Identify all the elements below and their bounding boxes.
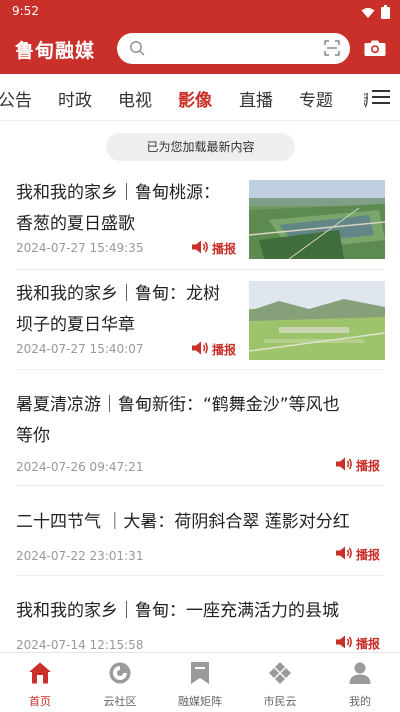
scan-icon[interactable] xyxy=(324,40,340,60)
bookmark-icon xyxy=(188,661,212,685)
item-title: 我和我的家乡｜鲁甸桃源： 香葱的夏日盛歌 xyxy=(16,183,220,234)
broadcast-label: 播报 xyxy=(212,242,237,256)
nav-home[interactable]: 首页 xyxy=(0,653,80,712)
nav-community[interactable]: 云社区 xyxy=(80,653,160,712)
app-root: 9:52 鲁甸融媒 公告 时政 电视 影像 直播 专题 新 已为您加载最新内容 … xyxy=(0,0,400,712)
tab-special[interactable]: 专题 xyxy=(299,86,333,111)
broadcast-button[interactable]: 播报 xyxy=(191,240,236,257)
tab-tv[interactable]: 电视 xyxy=(118,86,152,111)
status-icons xyxy=(361,4,390,23)
tabs-divider xyxy=(0,120,400,121)
item-thumbnail xyxy=(249,281,385,360)
item-divider xyxy=(16,269,384,270)
status-bar: 9:52 xyxy=(0,0,400,22)
nav-label: 我的 xyxy=(349,695,371,708)
tab-announcement[interactable]: 公告 xyxy=(0,86,32,111)
item-time: 2024-07-26 09:47:21 xyxy=(16,460,144,474)
diamond-grid-icon xyxy=(268,661,292,685)
item-time: 2024-07-14 12:15:58 xyxy=(16,638,144,652)
refresh-toast: 已为您加载最新内容 xyxy=(106,133,295,161)
search-bar[interactable] xyxy=(117,33,350,64)
status-time: 9:52 xyxy=(12,4,39,18)
nav-label: 首页 xyxy=(29,695,51,708)
list-item[interactable]: 我和我的家乡｜鲁甸桃源： 香葱的夏日盛歌 2024-07-27 15:49:35… xyxy=(0,172,400,270)
nav-label: 云社区 xyxy=(103,695,137,708)
item-divider xyxy=(16,575,384,576)
broadcast-label: 播报 xyxy=(356,548,381,562)
tab-politics[interactable]: 时政 xyxy=(58,86,92,111)
broadcast-label: 播报 xyxy=(356,459,381,473)
broadcast-button[interactable]: 播报 xyxy=(335,546,380,563)
item-time: 2024-07-22 23:01:31 xyxy=(16,549,144,563)
header: 9:52 鲁甸融媒 xyxy=(0,0,400,74)
nav-label: 融媒矩阵 xyxy=(178,695,222,708)
item-time: 2024-07-27 15:49:35 xyxy=(16,241,144,255)
tab-imagery[interactable]: 影像 xyxy=(178,86,212,111)
app-title: 鲁甸融媒 xyxy=(15,40,96,62)
community-icon xyxy=(108,661,132,685)
broadcast-button[interactable]: 播报 xyxy=(335,635,380,652)
channel-tabs: 公告 时政 电视 影像 直播 专题 新 xyxy=(0,74,400,120)
search-icon xyxy=(129,40,145,60)
speaker-icon xyxy=(335,546,353,563)
broadcast-label: 播报 xyxy=(356,637,381,651)
item-divider xyxy=(16,369,384,370)
tabs-fade xyxy=(330,74,364,120)
search-input[interactable] xyxy=(151,37,311,60)
item-title: 我和我的家乡｜鲁甸：龙树 坝子的夏日华章 xyxy=(16,284,220,335)
battery-icon xyxy=(381,4,390,23)
app-bar: 鲁甸融媒 xyxy=(0,22,400,74)
item-title: 暑夏清凉游｜鲁甸新街：“鹤舞金沙”等风也 等你 xyxy=(16,395,340,446)
item-title: 我和我的家乡｜鲁甸：一座充满活力的县城 xyxy=(16,601,339,621)
home-icon xyxy=(28,661,52,685)
list-item[interactable]: 我和我的家乡｜鲁甸：龙树 坝子的夏日华章 2024-07-27 15:40:07… xyxy=(0,272,400,370)
speaker-icon xyxy=(335,635,353,652)
nav-profile[interactable]: 我的 xyxy=(320,653,400,712)
item-thumbnail xyxy=(249,180,385,259)
wifi-icon xyxy=(361,4,375,23)
list-item[interactable]: 我和我的家乡｜鲁甸：一座充满活力的县城 2024-07-14 12:15:58 … xyxy=(0,584,400,652)
bottom-nav: 首页 云社区 融媒矩阵 市民云 我的 xyxy=(0,652,400,712)
menu-icon xyxy=(372,89,390,108)
tabs-menu-button[interactable] xyxy=(368,74,400,120)
speaker-icon xyxy=(191,240,209,257)
list-item[interactable]: 二十四节气 ｜大暑：荷阴斜合翠 莲影对分红 2024-07-22 23:01:3… xyxy=(0,495,400,579)
tab-live[interactable]: 直播 xyxy=(239,86,273,111)
speaker-icon xyxy=(191,341,209,358)
item-divider xyxy=(16,485,384,486)
nav-citizen-cloud[interactable]: 市民云 xyxy=(240,653,320,712)
broadcast-button[interactable]: 播报 xyxy=(335,457,380,474)
camera-icon[interactable] xyxy=(364,39,386,61)
broadcast-button[interactable]: 播报 xyxy=(191,341,236,358)
person-icon xyxy=(348,661,372,685)
item-title: 二十四节气 ｜大暑：荷阴斜合翠 莲影对分红 xyxy=(16,512,350,532)
nav-label: 市民云 xyxy=(263,695,297,708)
speaker-icon xyxy=(335,457,353,474)
list-item[interactable]: 暑夏清凉游｜鲁甸新街：“鹤舞金沙”等风也 等你 2024-07-26 09:47… xyxy=(0,376,400,486)
item-time: 2024-07-27 15:40:07 xyxy=(16,342,144,356)
broadcast-label: 播报 xyxy=(212,343,237,357)
nav-media-matrix[interactable]: 融媒矩阵 xyxy=(160,653,240,712)
